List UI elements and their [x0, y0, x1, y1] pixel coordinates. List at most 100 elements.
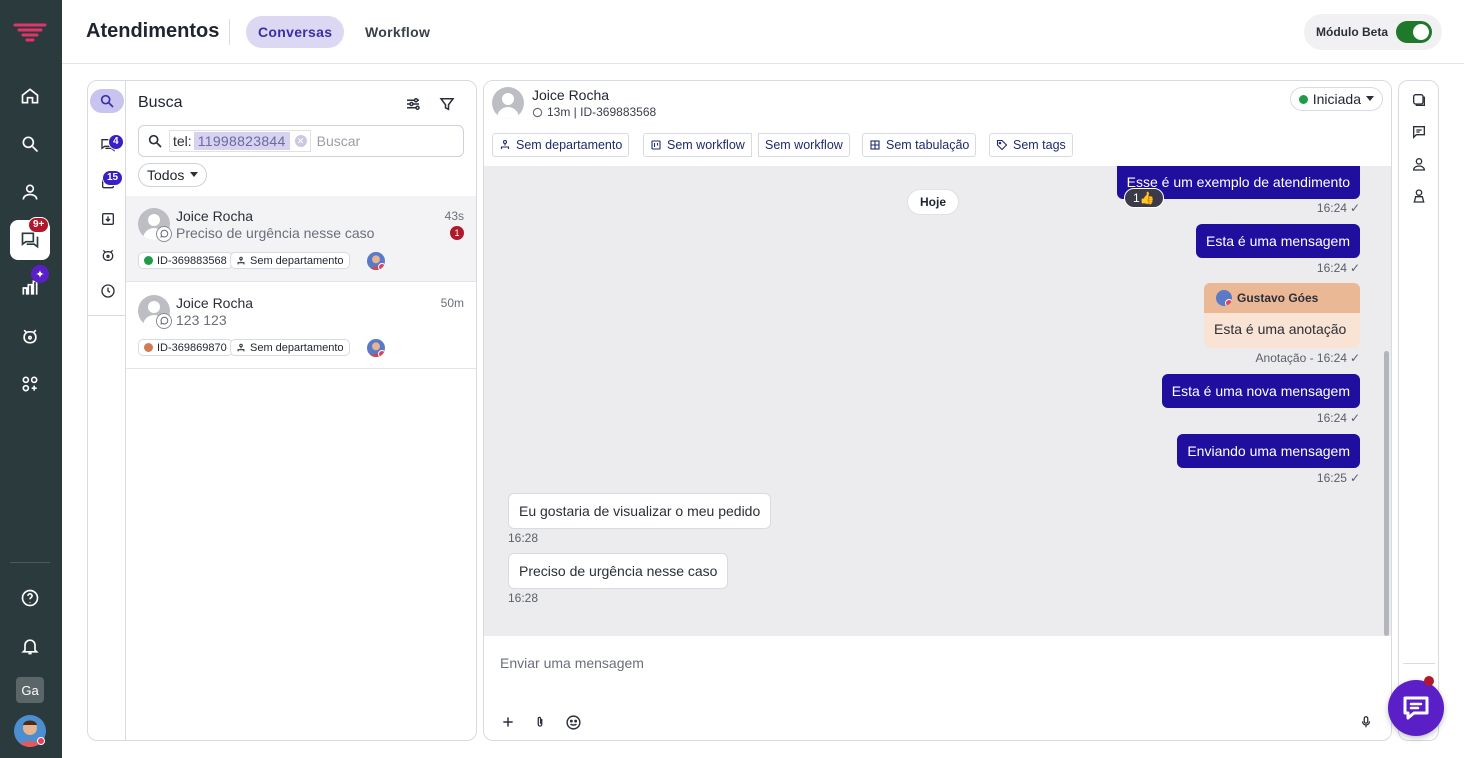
- department-icon: [237, 256, 245, 264]
- plus-icon[interactable]: [497, 711, 519, 733]
- attach-icon[interactable]: [529, 711, 551, 733]
- beta-toggle[interactable]: [1396, 21, 1432, 43]
- workflow-stage-label: Sem workflow: [765, 138, 843, 152]
- department-label: Sem departamento: [516, 138, 623, 152]
- agent-icon[interactable]: [1408, 185, 1430, 207]
- tab-conversas[interactable]: Conversas: [246, 16, 345, 48]
- message-bubble: Eu gostaria de visualizar o meu pedido: [508, 493, 772, 529]
- archive-icon[interactable]: [96, 207, 120, 231]
- conversation-list-panel: 4 15 Busca tel: 11998823844 ✕ Buscar Tod…: [87, 80, 477, 741]
- notes-icon[interactable]: [1408, 121, 1430, 143]
- contact-icon[interactable]: [1408, 153, 1430, 175]
- chat-contact-sub-row: 13m | ID-369883568: [532, 105, 656, 119]
- filter-icon[interactable]: [438, 95, 458, 115]
- agent-avatar: [367, 252, 385, 270]
- sparkle-icon: ✦: [31, 265, 49, 283]
- home-icon[interactable]: [10, 76, 50, 116]
- tabulation-button[interactable]: Sem tabulação: [862, 133, 977, 157]
- sliders-icon[interactable]: [404, 95, 424, 115]
- search-placeholder: Buscar: [316, 133, 361, 149]
- user-initials[interactable]: Ga: [16, 677, 44, 703]
- chat-panel: Joice Rocha 13m | ID-369883568 Iniciada …: [483, 80, 1392, 741]
- app-rail: 9+ ✦ Ga: [0, 0, 62, 758]
- whatsapp-icon: [156, 313, 172, 329]
- chip-value-container: 11998823844: [193, 132, 290, 150]
- message-time: 16:24: [1316, 411, 1347, 425]
- annotation-bubble: Gustavo Góes Esta é uma anotação: [1204, 283, 1360, 348]
- check-icon: ✓: [1349, 261, 1360, 275]
- message-time: Anotação - 16:24: [1255, 351, 1347, 365]
- message-time: 16:28: [508, 531, 539, 545]
- department-button[interactable]: Sem departamento: [492, 133, 630, 157]
- top-bar: Atendimentos Conversas Workflow Módulo B…: [62, 0, 1464, 64]
- search-icon[interactable]: [10, 124, 50, 164]
- tab-workflow[interactable]: Workflow: [353, 16, 442, 48]
- message-input[interactable]: Enviar uma mensagem: [500, 655, 644, 671]
- bot-icon[interactable]: [10, 316, 50, 356]
- emoji-icon[interactable]: [562, 711, 584, 733]
- agent-avatar: [367, 339, 385, 357]
- grid-icon: [870, 140, 880, 150]
- bell-icon[interactable]: [10, 626, 50, 666]
- message-time: 43s: [444, 209, 464, 223]
- search-icon: [147, 133, 163, 149]
- contact-avatar[interactable]: [492, 87, 524, 119]
- search-chip[interactable]: tel: 11998823844 ✕: [169, 130, 311, 152]
- list-filter-rail: 4 15: [88, 81, 126, 740]
- message-time: 16:24: [1316, 201, 1347, 215]
- status-dot: [144, 256, 153, 265]
- beta-label: Módulo Beta: [1316, 25, 1388, 39]
- whatsapp-icon: [156, 226, 172, 242]
- annotation-text: Esta é uma anotação: [1214, 321, 1347, 337]
- caret-down-icon: [1366, 96, 1374, 101]
- chip-remove[interactable]: ✕: [292, 135, 310, 147]
- inbox-badge: 4: [108, 134, 124, 150]
- help-icon[interactable]: [10, 578, 50, 618]
- microphone-icon[interactable]: [1355, 711, 1377, 733]
- presence-dot: [37, 737, 45, 745]
- search-icon[interactable]: [90, 89, 124, 113]
- workflow-button[interactable]: Sem workflow: [643, 133, 752, 157]
- last-message: 123 123: [176, 312, 227, 328]
- reaction-badge[interactable]: 1👍: [1124, 188, 1164, 208]
- tags-button[interactable]: Sem tags: [989, 133, 1073, 157]
- whatsapp-icon: [532, 107, 543, 117]
- clock-icon[interactable]: [96, 279, 120, 303]
- support-chat-button[interactable]: [1388, 680, 1444, 736]
- message-bubble: Preciso de urgência nesse caso: [508, 553, 729, 589]
- apps-icon[interactable]: [10, 364, 50, 404]
- status-select[interactable]: Iniciada: [1289, 87, 1383, 111]
- message-meta: 16:25 ✓: [1317, 471, 1360, 485]
- department-pill: Sem departamento: [230, 252, 350, 269]
- department-icon: [237, 343, 245, 351]
- message-bubble: Enviando uma mensagem: [1177, 434, 1360, 468]
- chip-prefix: tel:: [173, 133, 192, 149]
- message-meta: 16:24 ✓: [1317, 411, 1360, 425]
- message-bubble: Esta é uma nova mensagem: [1161, 374, 1360, 408]
- user-icon[interactable]: [10, 172, 50, 212]
- unread-badge: 1: [450, 226, 464, 240]
- scrollbar-thumb[interactable]: [1384, 351, 1389, 636]
- check-icon: ✓: [1349, 471, 1360, 485]
- search-input[interactable]: tel: 11998823844 ✕ Buscar: [138, 125, 464, 157]
- tag-icon: [996, 139, 1008, 151]
- whatsapp-icon[interactable]: [1408, 89, 1430, 111]
- message-area[interactable]: Esse é um exemplo de atendimento 1👍 16:2…: [484, 166, 1391, 636]
- workflow-stage-button[interactable]: Sem workflow: [758, 133, 850, 157]
- message-meta: 16:24 ✓: [1317, 201, 1360, 215]
- chat-bubble-icon: [1403, 696, 1429, 720]
- annotation-author: Gustavo Góes: [1237, 291, 1319, 305]
- message-time: 16:24: [1316, 261, 1347, 275]
- department-pill: Sem departamento: [230, 339, 350, 356]
- message-meta: 16:24 ✓: [1317, 261, 1360, 275]
- message-time: 16:28: [508, 591, 539, 605]
- brand-logo[interactable]: [10, 12, 50, 52]
- status-filter-select[interactable]: Todos: [138, 163, 208, 187]
- bot-icon[interactable]: [96, 243, 120, 267]
- conversation-item[interactable]: Joice Rocha 123 123 50m ID-369869870 Sem…: [126, 283, 476, 369]
- message-time: 50m: [440, 296, 464, 310]
- status-dot: [1298, 94, 1308, 104]
- tags-label: Sem tags: [1013, 138, 1066, 152]
- conversation-item[interactable]: Joice Rocha Preciso de urgência nesse ca…: [126, 196, 476, 282]
- department-icon: [500, 139, 510, 149]
